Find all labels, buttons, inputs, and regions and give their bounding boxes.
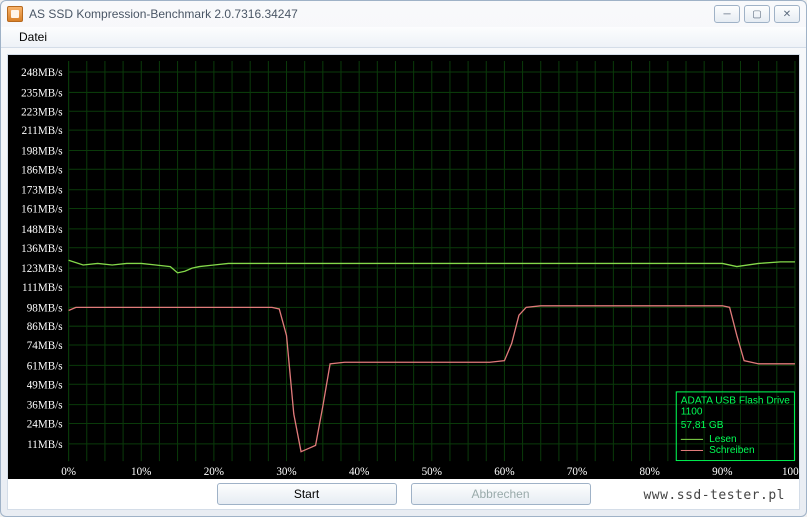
minimize-button[interactable]: ─ — [714, 5, 740, 23]
svg-text:70%: 70% — [567, 466, 587, 478]
close-button[interactable]: ✕ — [774, 5, 800, 23]
window-controls: ─ ▢ ✕ — [714, 5, 800, 23]
svg-text:100%: 100% — [782, 466, 799, 478]
titlebar: AS SSD Kompression-Benchmark 2.0.7316.34… — [1, 1, 806, 27]
svg-text:36MB/s: 36MB/s — [27, 399, 63, 411]
maximize-button[interactable]: ▢ — [744, 5, 770, 23]
svg-text:211MB/s: 211MB/s — [22, 125, 63, 137]
svg-text:148MB/s: 148MB/s — [21, 224, 62, 236]
svg-text:30%: 30% — [276, 466, 296, 478]
svg-text:10%: 10% — [131, 466, 151, 478]
svg-text:60%: 60% — [494, 466, 514, 478]
svg-text:173MB/s: 173MB/s — [21, 184, 62, 196]
svg-text:74MB/s: 74MB/s — [27, 340, 63, 352]
legend-read: Lesen — [681, 434, 790, 445]
legend-box: ADATA USB Flash Drive1100 57,81 GB LesenSc… — [676, 391, 795, 461]
svg-text:161MB/s: 161MB/s — [21, 203, 62, 215]
svg-text:80%: 80% — [640, 466, 660, 478]
svg-text:98MB/s: 98MB/s — [27, 302, 63, 314]
legend-model: 1100 — [681, 406, 790, 417]
abort-button[interactable]: Abbrechen — [411, 483, 591, 505]
app-icon — [7, 6, 23, 22]
svg-text:136MB/s: 136MB/s — [21, 243, 62, 255]
svg-text:186MB/s: 186MB/s — [21, 164, 62, 176]
content-panel: 11MB/s 24MB/s 36MB/s 49MB/s 61MB/s 74MB/s 86MB… — [7, 54, 800, 510]
svg-text:0%: 0% — [61, 466, 76, 478]
svg-text:20%: 20% — [204, 466, 224, 478]
svg-text:11MB/s: 11MB/s — [27, 439, 62, 451]
bottom-bar: Start Abbrechen — [8, 479, 799, 509]
legend-write: Schreiben — [681, 445, 790, 456]
svg-text:111MB/s: 111MB/s — [22, 282, 63, 294]
svg-text:235MB/s: 235MB/s — [21, 87, 62, 99]
svg-text:248MB/s: 248MB/s — [21, 67, 62, 79]
start-button[interactable]: Start — [217, 483, 397, 505]
svg-text:50%: 50% — [422, 466, 442, 478]
svg-text:24MB/s: 24MB/s — [27, 418, 63, 430]
chart-area: 11MB/s 24MB/s 36MB/s 49MB/s 61MB/s 74MB/s 86MB… — [8, 55, 799, 479]
svg-text:123MB/s: 123MB/s — [21, 263, 62, 275]
svg-text:223MB/s: 223MB/s — [21, 106, 62, 118]
svg-text:61MB/s: 61MB/s — [27, 360, 63, 372]
svg-text:49MB/s: 49MB/s — [27, 379, 63, 391]
window-title: AS SSD Kompression-Benchmark 2.0.7316.34… — [29, 7, 714, 21]
app-window: AS SSD Kompression-Benchmark 2.0.7316.34… — [0, 0, 807, 517]
svg-text:198MB/s: 198MB/s — [21, 145, 62, 157]
svg-text:86MB/s: 86MB/s — [27, 321, 63, 333]
menu-datei[interactable]: Datei — [11, 28, 55, 46]
compression-chart: 11MB/s 24MB/s 36MB/s 49MB/s 61MB/s 74MB/s 86MB… — [8, 55, 799, 479]
legend-device: ADATA USB Flash Drive — [681, 395, 790, 406]
svg-text:90%: 90% — [712, 466, 732, 478]
svg-text:40%: 40% — [349, 466, 369, 478]
legend-capacity: 57,81 GB — [681, 419, 790, 430]
menubar: Datei — [1, 27, 806, 48]
